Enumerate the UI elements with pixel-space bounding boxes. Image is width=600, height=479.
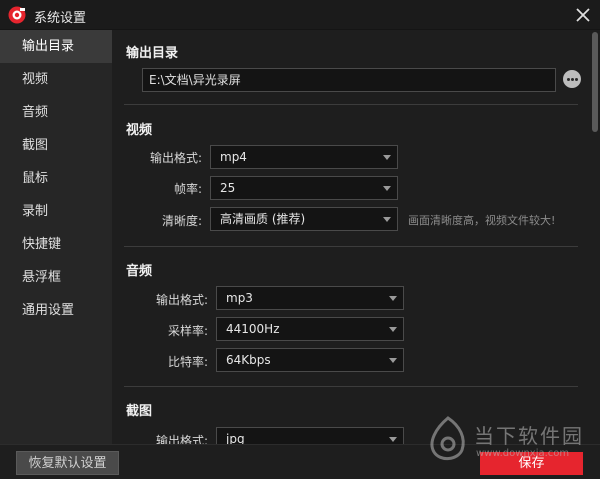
- sidebar-item-hotkeys[interactable]: 快捷键: [0, 228, 112, 261]
- chevron-down-icon: [383, 155, 391, 160]
- sidebar-item-recording[interactable]: 录制: [0, 195, 112, 228]
- output-path-field[interactable]: E:\文档\异光录屏: [142, 68, 556, 92]
- video-quality-value: 高清画质 (推荐): [220, 212, 306, 226]
- video-format-select[interactable]: mp4: [210, 145, 398, 169]
- audio-samplerate-select[interactable]: 44100Hz: [216, 317, 404, 341]
- watermark-text: 当下软件园: [474, 424, 584, 448]
- sidebar-item-screenshot[interactable]: 截图: [0, 129, 112, 162]
- video-format-label: 输出格式:: [149, 151, 202, 165]
- sidebar-nav: 输出目录 视频 音频 截图 鼠标 录制 快捷键 悬浮框 通用设置: [0, 30, 112, 444]
- section-title-audio: 音频: [126, 264, 153, 279]
- video-format-value: mp4: [220, 150, 247, 164]
- watermark-logo-icon: [430, 416, 465, 460]
- reset-defaults-button[interactable]: 恢复默认设置: [16, 451, 119, 475]
- chevron-down-icon: [383, 186, 391, 191]
- video-fps-value: 25: [220, 181, 236, 195]
- audio-format-label: 输出格式:: [155, 293, 208, 307]
- audio-samplerate-label: 采样率:: [167, 324, 208, 338]
- settings-content: 输出目录 E:\文档\异光录屏 视频 输出格式: mp4 帧率: 25 清晰度:…: [112, 30, 590, 444]
- audio-bitrate-select[interactable]: 64Kbps: [216, 348, 404, 372]
- dot-icon: [567, 78, 570, 81]
- sidebar-item-video[interactable]: 视频: [0, 63, 112, 96]
- audio-format-value: mp3: [226, 291, 253, 305]
- close-icon[interactable]: [572, 4, 594, 26]
- site-watermark: 当下软件园 www.downxia.com: [426, 414, 596, 470]
- window-title: 系统设置: [34, 11, 87, 26]
- sidebar-item-general[interactable]: 通用设置: [0, 294, 112, 327]
- video-fps-label: 帧率:: [173, 182, 202, 196]
- sidebar-item-floating-box[interactable]: 悬浮框: [0, 261, 112, 294]
- watermark-url: www.downxia.com: [476, 448, 570, 459]
- chevron-down-icon: [389, 296, 397, 301]
- chevron-down-icon: [389, 437, 397, 442]
- sidebar-item-mouse[interactable]: 鼠标: [0, 162, 112, 195]
- scrollbar-thumb[interactable]: [592, 32, 598, 132]
- audio-bitrate-label: 比特率:: [167, 355, 208, 369]
- dot-icon: [575, 78, 578, 81]
- audio-samplerate-value: 44100Hz: [226, 322, 280, 336]
- divider: [124, 386, 578, 387]
- chevron-down-icon: [383, 217, 391, 222]
- video-quality-label: 清晰度:: [161, 214, 202, 228]
- screenshot-format-select[interactable]: jpg: [216, 427, 404, 444]
- vertical-scrollbar[interactable]: [590, 30, 600, 444]
- section-title-output: 输出目录: [126, 46, 179, 61]
- app-logo-icon: [8, 6, 26, 24]
- title-bar: 系统设置: [0, 0, 600, 30]
- divider: [124, 104, 578, 105]
- sidebar-item-output-dir[interactable]: 输出目录: [0, 30, 112, 63]
- audio-bitrate-value: 64Kbps: [226, 353, 271, 367]
- chevron-down-icon: [389, 358, 397, 363]
- screenshot-format-value: jpg: [226, 432, 245, 444]
- audio-format-select[interactable]: mp3: [216, 286, 404, 310]
- chevron-down-icon: [389, 327, 397, 332]
- video-quality-select[interactable]: 高清画质 (推荐): [210, 207, 398, 231]
- dot-icon: [571, 78, 574, 81]
- video-quality-hint: 画面清晰度高，视频文件较大!: [408, 214, 556, 227]
- section-title-screenshot: 截图: [126, 404, 153, 419]
- sidebar-item-audio[interactable]: 音频: [0, 96, 112, 129]
- browse-more-button[interactable]: [563, 70, 581, 88]
- divider: [124, 246, 578, 247]
- screenshot-format-label: 输出格式:: [155, 434, 208, 444]
- video-fps-select[interactable]: 25: [210, 176, 398, 200]
- section-title-video: 视频: [126, 123, 153, 138]
